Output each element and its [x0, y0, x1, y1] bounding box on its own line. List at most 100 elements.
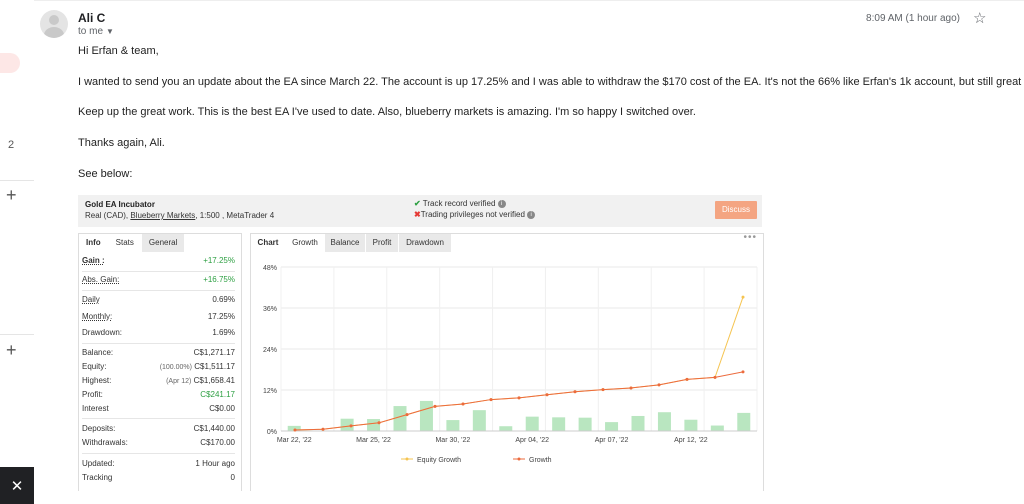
- more-icon[interactable]: •••: [743, 232, 757, 243]
- tab-info[interactable]: Info: [79, 234, 109, 252]
- daily-gain-bar: [393, 406, 407, 431]
- daily-gain-bar: [525, 416, 539, 431]
- y-tick-label: 48%: [263, 265, 277, 272]
- daily-gain-bar: [552, 417, 566, 431]
- daily-gain-bar: [367, 419, 381, 431]
- growth-chart: 0% 12% 24% 36% 48% Mar 22, '22 Mar 25, '22 Mar …: [263, 265, 758, 464]
- daily-gain-bar: [419, 400, 433, 431]
- add-icon[interactable]: +: [6, 341, 17, 359]
- daily-gain-bar: [472, 410, 486, 431]
- tab-growth[interactable]: Growth: [286, 234, 324, 252]
- email-paragraph: See below:: [78, 168, 133, 180]
- daily-gain-bar: [657, 412, 671, 431]
- data-point: [405, 413, 409, 417]
- info-icon[interactable]: i: [527, 210, 536, 219]
- x-tick-label: Apr 04, '22: [515, 437, 549, 444]
- data-point: [489, 398, 493, 402]
- recipient-toggle[interactable]: to me ▼: [78, 26, 114, 37]
- close-icon[interactable]: ✕: [0, 467, 34, 504]
- tab-chart[interactable]: Chart: [251, 234, 285, 252]
- email-paragraph: I wanted to send you an update about the…: [78, 76, 1024, 88]
- stat-equity: Equity: (100.00%) C$1,511.17: [82, 362, 235, 371]
- compose-pill[interactable]: [0, 53, 20, 73]
- series-line: [294, 371, 744, 431]
- stat-abs-gain: Abs. Gain: +16.75%: [82, 275, 235, 284]
- stat-monthly: Monthly: 17.25%: [82, 312, 235, 321]
- star-icon[interactable]: ☆: [973, 9, 986, 27]
- data-point: [601, 388, 605, 392]
- x-tick-label: Mar 25, '22: [356, 437, 391, 444]
- x-tick-label: Apr 07, '22: [595, 437, 629, 444]
- data-point: [433, 404, 437, 408]
- check-icon: ✔: [414, 199, 421, 208]
- tab-profit[interactable]: Profit: [366, 234, 398, 252]
- sender-name[interactable]: Ali C: [78, 11, 105, 25]
- avatar[interactable]: [40, 10, 68, 38]
- stat-tracking: Tracking 0: [82, 473, 235, 482]
- legend-marker: [405, 457, 409, 461]
- discuss-button[interactable]: Discuss: [715, 201, 757, 219]
- chart-panel: Chart Growth Balance Profit Drawdown •••…: [250, 232, 764, 491]
- account-type: Real (CAD),: [85, 211, 129, 220]
- legend-marker: [517, 457, 521, 461]
- x-tick-label: Apr 12, '22: [674, 437, 708, 444]
- account-title[interactable]: Gold EA Incubator: [85, 200, 155, 209]
- data-point: [461, 402, 465, 406]
- email-time: 8:09 AM (1 hour ago): [866, 13, 960, 24]
- widget-header: Gold EA Incubator Real (CAD), Blueberry …: [78, 195, 762, 227]
- y-tick-label: 0%: [267, 429, 277, 436]
- stat-updated: Updated: 1 Hour ago: [82, 459, 235, 468]
- stat-balance: Balance: C$1,271.17: [82, 348, 235, 357]
- data-point: [741, 295, 745, 299]
- y-tick-label: 12%: [263, 388, 277, 395]
- account-subtitle: Real (CAD), Blueberry Markets, 1:500 , M…: [85, 211, 274, 220]
- myfxbook-widget: Gold EA Incubator Real (CAD), Blueberry …: [78, 195, 764, 491]
- data-point: [629, 386, 633, 390]
- trading-not-verified: ✖Trading privileges not verified i: [414, 210, 536, 219]
- tab-balance[interactable]: Balance: [325, 234, 365, 252]
- stat-daily: Daily 0.69%: [82, 295, 235, 304]
- add-icon[interactable]: +: [6, 186, 17, 204]
- data-point: [293, 428, 297, 432]
- tab-stats[interactable]: Stats: [108, 234, 142, 252]
- stat-gain: Gain : +17.25%: [82, 256, 235, 265]
- recipient-label: to me: [78, 26, 104, 37]
- daily-gain-bar: [631, 415, 645, 431]
- series-line: [294, 296, 744, 431]
- stat-profit: Profit: C$241.17: [82, 390, 235, 399]
- unread-count: 2: [8, 139, 15, 151]
- info-icon[interactable]: i: [497, 199, 506, 208]
- data-point: [713, 375, 717, 379]
- y-tick-label: 24%: [263, 347, 277, 354]
- left-rail: 2 + +: [0, 0, 34, 504]
- legend-label: Growth: [529, 457, 552, 464]
- divider: [0, 180, 34, 181]
- stats-panel: Info Stats General Gain : +17.25% Abs. Ga…: [78, 233, 242, 491]
- divider: [34, 0, 1024, 1]
- stat-withdrawals: Withdrawals: C$170.00: [82, 438, 235, 447]
- x-tick-label: Mar 30, '22: [435, 437, 470, 444]
- daily-gain-bar: [710, 425, 724, 431]
- email-paragraph: Thanks again, Ali.: [78, 137, 165, 149]
- data-point: [545, 393, 549, 397]
- data-point: [349, 424, 353, 428]
- tab-drawdown[interactable]: Drawdown: [399, 234, 451, 252]
- data-point: [657, 383, 661, 387]
- daily-gain-bar: [446, 420, 460, 431]
- email-greeting: Hi Erfan & team,: [78, 45, 159, 57]
- stat-deposits: Deposits: C$1,440.00: [82, 424, 235, 433]
- data-point: [685, 377, 689, 381]
- stat-drawdown: Drawdown: 1.69%: [82, 328, 235, 337]
- tab-general[interactable]: General: [141, 234, 186, 252]
- data-point: [321, 427, 325, 431]
- data-point: [517, 396, 521, 400]
- daily-gain-bar: [605, 422, 619, 431]
- broker-link[interactable]: Blueberry Markets: [130, 211, 195, 220]
- cross-icon: ✖: [414, 210, 421, 219]
- email-paragraph: Keep up the great work. This is the best…: [78, 106, 696, 118]
- divider: [0, 334, 34, 335]
- caret-down-icon[interactable]: ▼: [106, 27, 114, 36]
- x-tick-label: Mar 22, '22: [277, 437, 312, 444]
- track-verified: ✔ Track record verified i: [414, 199, 506, 208]
- data-point: [741, 370, 745, 374]
